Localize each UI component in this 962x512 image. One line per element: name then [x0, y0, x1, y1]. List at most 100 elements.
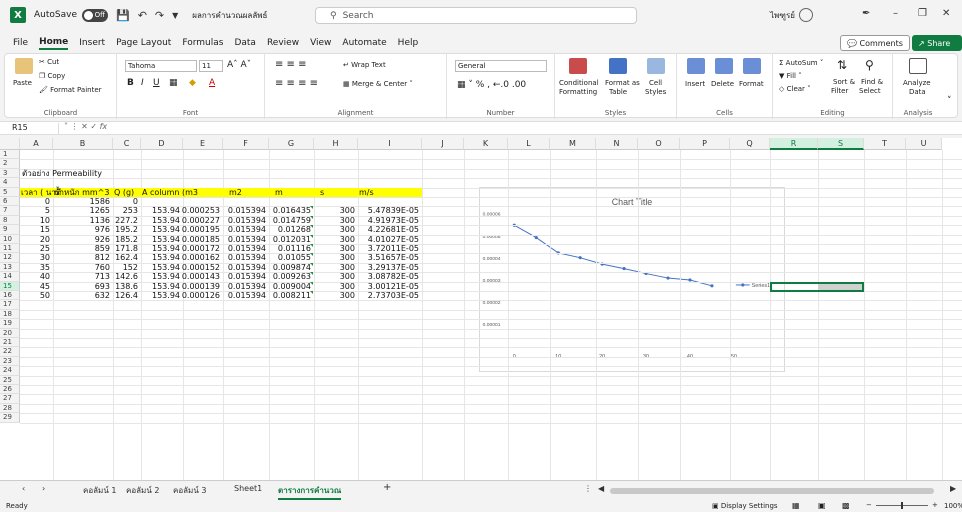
zoom-level[interactable]: 100%	[944, 502, 962, 510]
format-as-label[interactable]: Format as	[605, 79, 640, 87]
error-indicator-icon[interactable]	[310, 281, 313, 285]
table-cell[interactable]: 0.000253	[182, 206, 220, 215]
page-break-view-icon[interactable]: ▩	[842, 501, 850, 510]
table-cell[interactable]: 126.4	[115, 291, 138, 300]
table-cell[interactable]: 0.008211	[273, 291, 311, 300]
table-cell[interactable]: 0.012031	[273, 235, 311, 244]
insert-cells-icon[interactable]	[687, 58, 705, 74]
table-cell[interactable]: 4.91973E-05	[368, 216, 419, 225]
conditional-label-2[interactable]: Formatting	[559, 88, 597, 96]
table-cell[interactable]: 859	[95, 244, 110, 253]
table-cell[interactable]: 15	[40, 225, 50, 234]
hscroll-right-icon[interactable]: ▶	[950, 484, 956, 493]
table-cell[interactable]: 153.94	[152, 272, 180, 281]
save-icon[interactable]: 💾	[116, 9, 130, 22]
find-select-icon[interactable]: ⚲	[865, 58, 874, 72]
table-cell[interactable]: 0.014759	[273, 216, 311, 225]
error-indicator-icon[interactable]	[310, 253, 313, 257]
column-header-O[interactable]: O	[638, 138, 680, 150]
hscroll-left-icon[interactable]: ◀	[598, 484, 604, 493]
normal-view-icon[interactable]: ▦	[792, 501, 800, 510]
find-label-2[interactable]: Select	[859, 87, 881, 95]
delete-cells-icon[interactable]	[715, 58, 733, 74]
table-cell[interactable]: 153.94	[152, 263, 180, 272]
legend-label[interactable]: Series1	[752, 283, 770, 289]
row-header-6[interactable]: 6	[0, 197, 20, 207]
table-cell[interactable]: 300	[340, 235, 355, 244]
table-cell[interactable]: 693	[95, 282, 110, 291]
table-cell[interactable]: 926	[95, 235, 110, 244]
table-cell[interactable]: 0.015394	[228, 291, 266, 300]
header-cell[interactable]: m2	[229, 188, 242, 197]
table-cell[interactable]: 300	[340, 244, 355, 253]
font-size-select[interactable]: 11	[199, 60, 223, 72]
table-cell[interactable]: 0.009004	[273, 282, 311, 291]
table-cell[interactable]: 976	[95, 225, 110, 234]
row-header-18[interactable]: 18	[0, 309, 20, 320]
table-cell[interactable]: 227.2	[115, 216, 138, 225]
row-header-4[interactable]: 4	[0, 178, 20, 188]
fx-icon[interactable]: fx	[100, 122, 108, 131]
tab-scroll-right-icon[interactable]: ›	[42, 484, 45, 493]
sort-filter-icon[interactable]: ⇅	[837, 58, 847, 72]
close-icon[interactable]: ✕	[942, 8, 950, 19]
column-header-R[interactable]: R	[770, 138, 818, 150]
row-header-22[interactable]: 22	[0, 347, 20, 357]
column-header-J[interactable]: J	[422, 138, 464, 150]
cell-styles-label[interactable]: Cell	[649, 79, 662, 87]
row-header-27[interactable]: 27	[0, 394, 20, 404]
row-header-5[interactable]: 5	[0, 187, 20, 197]
add-sheet-button[interactable]: +	[383, 482, 391, 493]
table-cell[interactable]: 153.94	[152, 206, 180, 215]
table-cell[interactable]: 1136	[90, 216, 110, 225]
cell-styles-icon[interactable]	[647, 58, 665, 74]
table-cell[interactable]: 0.009263	[273, 272, 311, 281]
column-header-K[interactable]: K	[464, 138, 508, 150]
restore-icon[interactable]: ❐	[918, 8, 927, 19]
insert-label[interactable]: Insert	[685, 80, 705, 88]
delete-label[interactable]: Delete	[711, 80, 734, 88]
row-header-1[interactable]: 1	[0, 150, 20, 160]
menu-item-view[interactable]: View	[310, 38, 331, 48]
find-label[interactable]: Find &	[861, 78, 883, 86]
data-point[interactable]	[578, 256, 582, 260]
table-cell[interactable]: 162.4	[115, 253, 138, 262]
number-format-icons[interactable]: ▦ ˅ % , ←.0 .00	[457, 80, 526, 90]
table-cell[interactable]: 0.01268	[278, 225, 311, 234]
table-cell[interactable]: 300	[340, 291, 355, 300]
table-cell[interactable]: 1265	[90, 206, 110, 215]
header-cell[interactable]: Q (g)	[114, 188, 134, 197]
customize-toolbar-icon[interactable]: ▼	[172, 11, 178, 20]
table-cell[interactable]: 0.009874	[273, 263, 311, 272]
column-header-C[interactable]: C	[113, 138, 141, 150]
table-cell[interactable]: 4.22681E-05	[368, 225, 419, 234]
zoom-out-button[interactable]: −	[866, 501, 872, 509]
table-cell[interactable]: 4.01027E-05	[368, 235, 419, 244]
menu-item-help[interactable]: Help	[398, 38, 419, 48]
header-cell[interactable]: m/s	[359, 188, 374, 197]
borders-icon[interactable]: ▦	[169, 78, 178, 88]
autosum-button[interactable]: Σ AutoSum ˅	[779, 59, 823, 67]
table-cell[interactable]: 812	[95, 253, 110, 262]
header-cell[interactable]: m	[275, 188, 283, 197]
table-cell[interactable]: 142.6	[115, 272, 138, 281]
font-color-icon[interactable]: A	[209, 78, 215, 88]
cell-styles-label-2[interactable]: Styles	[645, 88, 666, 96]
table-cell[interactable]: 0.015394	[228, 206, 266, 215]
header-cell[interactable]: น้ำหนัก mm^3	[54, 188, 109, 197]
cut-button[interactable]: ✂ Cut	[39, 58, 59, 66]
table-cell[interactable]: 40	[40, 272, 50, 281]
sheet-options-icon[interactable]: ⋮	[584, 484, 592, 493]
table-cell[interactable]: 153.94	[152, 235, 180, 244]
table-cell[interactable]: 3.72011E-05	[368, 244, 419, 253]
table-cell[interactable]: 0	[45, 197, 50, 206]
table-cell[interactable]: 195.2	[115, 225, 138, 234]
column-header-H[interactable]: H	[314, 138, 358, 150]
column-header-F[interactable]: F	[223, 138, 269, 150]
comments-button[interactable]: 💬 Comments	[840, 35, 910, 51]
column-header-D[interactable]: D	[141, 138, 183, 150]
zoom-slider-thumb[interactable]	[901, 502, 903, 509]
table-cell[interactable]: 0	[133, 197, 138, 206]
row-header-12[interactable]: 12	[0, 253, 20, 263]
table-cell[interactable]: 0.015394	[228, 235, 266, 244]
